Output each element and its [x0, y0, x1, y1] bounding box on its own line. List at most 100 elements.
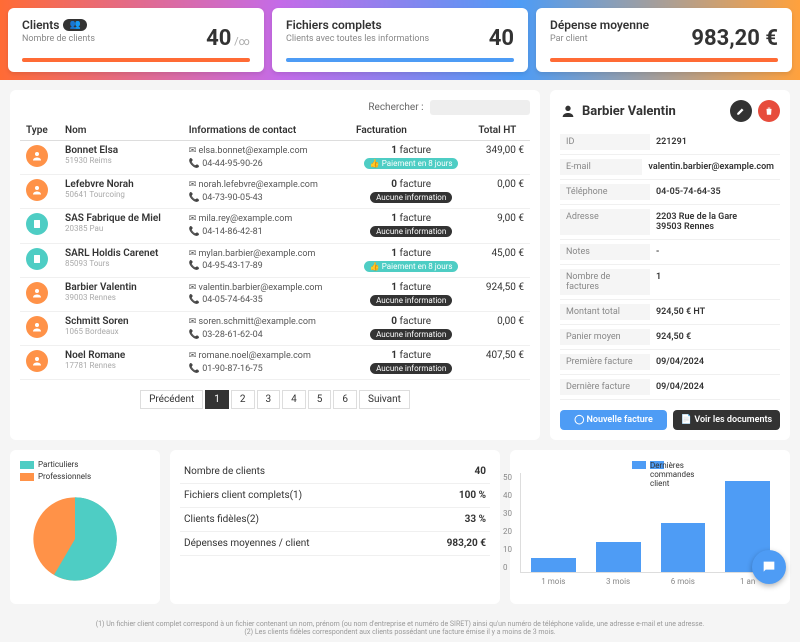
table-row[interactable]: Noel Romane17781 Rennes ✉ romane.noel@ex… [20, 346, 530, 380]
table-row[interactable]: Lefebvre Norah50641 Tourcoing ✉ norah.le… [20, 175, 530, 209]
client-name: SARL Holdis Carenet [65, 248, 177, 259]
table-row[interactable]: Schmitt Soren1065 Bordeaux ✉ soren.schmi… [20, 311, 530, 345]
client-amount: 0,00 € [472, 175, 530, 209]
table-row[interactable]: Bonnet Elsa51930 Reims ✉ elsa.bonnet@exa… [20, 141, 530, 175]
bill-status-badge: Aucune information [370, 363, 452, 374]
bill-status-badge: 👍 Paiement en 8 jours [364, 158, 459, 169]
legend-item: Professionnels [20, 472, 150, 481]
client-email: ✉ soren.schmitt@example.com [189, 316, 344, 329]
client-amount: 407,50 € [472, 346, 530, 380]
page-prev[interactable]: Précédent [140, 390, 203, 409]
edit-button[interactable] [730, 100, 752, 122]
footnotes: (1) Un fichier client complet correspond… [0, 614, 800, 642]
summary-card: Clients 👥 Nombre de clients 40 /∞ [8, 8, 264, 72]
page-number[interactable]: 1 [205, 390, 229, 409]
chat-fab[interactable] [752, 550, 786, 584]
bill-count: 1 facture [356, 282, 466, 293]
card-subtitle: Clients avec toutes les informations [286, 34, 514, 44]
avatar [26, 179, 48, 201]
client-name: SAS Fabrique de Miel [65, 213, 177, 224]
stat-value: 100 % [459, 490, 486, 501]
avatar [26, 213, 48, 235]
avatar [26, 316, 48, 338]
client-location: 20385 Pau [65, 224, 177, 233]
user-icon [560, 103, 576, 119]
stat-label: Fichiers client complets(1) [184, 490, 302, 501]
bar-chart: 50403020100 1 mois3 mois6 mois1 an [520, 473, 780, 573]
client-location: 85093 Tours [65, 259, 177, 268]
client-amount: 0,00 € [472, 311, 530, 345]
card-value: 983,20 € [691, 26, 778, 51]
trash-icon [764, 106, 774, 116]
page-number[interactable]: 2 [231, 390, 255, 409]
column-header[interactable]: Informations de contact [183, 121, 350, 141]
detail-value: - [650, 244, 780, 260]
page-number[interactable]: 3 [257, 390, 281, 409]
client-amount: 924,50 € [472, 277, 530, 311]
bill-count: 0 facture [356, 179, 466, 190]
client-amount: 349,00 € [472, 141, 530, 175]
client-email: ✉ elsa.bonnet@example.com [189, 145, 344, 158]
detail-row: Adresse2203 Rue de la Gare39503 Rennes [560, 205, 780, 240]
bar-legend-label: Dernières commandes client [650, 461, 664, 469]
detail-value: 2203 Rue de la Gare39503 Rennes [650, 209, 780, 235]
client-phone: 📞 04-73-90-05-43 [189, 192, 344, 205]
avatar [26, 282, 48, 304]
bill-count: 1 facture [356, 248, 466, 259]
stat-label: Nombre de clients [184, 466, 265, 477]
view-documents-button[interactable]: 📄 Voir les documents [673, 410, 780, 430]
stats-panel: Nombre de clients40Fichiers client compl… [170, 450, 500, 604]
page-number[interactable]: 5 [308, 390, 332, 409]
client-phone: 📞 04-95-43-17-89 [189, 260, 344, 273]
card-value: 40 [489, 26, 514, 51]
summary-card: Fichiers complets Clients avec toutes le… [272, 8, 528, 72]
bill-status-badge: Aucune information [370, 329, 452, 340]
client-detail-panel: Barbier Valentin ID221291E-mailvalentin.… [550, 90, 790, 440]
bar-label: 3 mois [596, 577, 641, 586]
client-phone: 📞 04-05-74-64-35 [189, 294, 344, 307]
detail-row: Première facture09/04/2024 [560, 350, 780, 375]
bill-status-badge: Aucune information [370, 192, 452, 203]
bill-status-badge: 👍 Paiement en 8 jours [364, 261, 459, 272]
client-name: Lefebvre Norah [65, 179, 177, 190]
pie-chart [20, 484, 130, 594]
page-number[interactable]: 4 [282, 390, 306, 409]
detail-value: 09/04/2024 [650, 354, 780, 370]
stat-row: Clients fidèles(2)33 % [180, 508, 490, 532]
detail-value: 1 [650, 269, 780, 295]
column-header[interactable]: Type [20, 121, 59, 141]
table-row[interactable]: SARL Holdis Carenet85093 Tours ✉ mylan.b… [20, 243, 530, 277]
new-invoice-button[interactable]: ◯ Nouvelle facture [560, 410, 667, 430]
column-header[interactable]: Nom [59, 121, 183, 141]
delete-button[interactable] [758, 100, 780, 122]
page-next[interactable]: Suivant [359, 390, 410, 409]
detail-row: ID221291 [560, 130, 780, 155]
chat-icon [761, 559, 777, 575]
column-header[interactable]: Facturation [350, 121, 472, 141]
detail-row: Téléphone04-05-74-64-35 [560, 180, 780, 205]
table-row[interactable]: SAS Fabrique de Miel20385 Pau ✉ mila.rey… [20, 209, 530, 243]
stat-row: Dépenses moyennes / client983,20 € [180, 532, 490, 556]
detail-row: E-mailvalentin.barbier@example.com [560, 155, 780, 180]
client-phone: 📞 03-28-61-62-04 [189, 329, 344, 342]
column-header[interactable]: Total HT [472, 121, 530, 141]
detail-value: 04-05-74-64-35 [650, 184, 780, 200]
detail-row: Dernière facture09/04/2024 [560, 375, 780, 400]
search-input[interactable] [430, 100, 530, 115]
stat-value: 983,20 € [447, 538, 486, 549]
bar-chart-panel: Dernières commandes client 50403020100 1… [510, 450, 790, 604]
detail-value: valentin.barbier@example.com [642, 159, 780, 175]
detail-key: Montant total [560, 304, 650, 320]
page-number[interactable]: 6 [333, 390, 357, 409]
client-location: 50641 Tourcoing [65, 190, 177, 199]
summary-card: Dépense moyenne Par client 983,20 € [536, 8, 792, 72]
bar: 3 mois [596, 542, 641, 572]
detail-title: Barbier Valentin [582, 104, 724, 119]
detail-key: Panier moyen [560, 329, 650, 345]
bill-count: 1 facture [356, 350, 466, 361]
detail-row: Panier moyen924,50 € [560, 325, 780, 350]
pagination: Précédent123456Suivant [20, 390, 530, 409]
client-location: 51930 Reims [65, 156, 177, 165]
client-name: Schmitt Soren [65, 316, 177, 327]
table-row[interactable]: Barbier Valentin39003 Rennes ✉ valentin.… [20, 277, 530, 311]
